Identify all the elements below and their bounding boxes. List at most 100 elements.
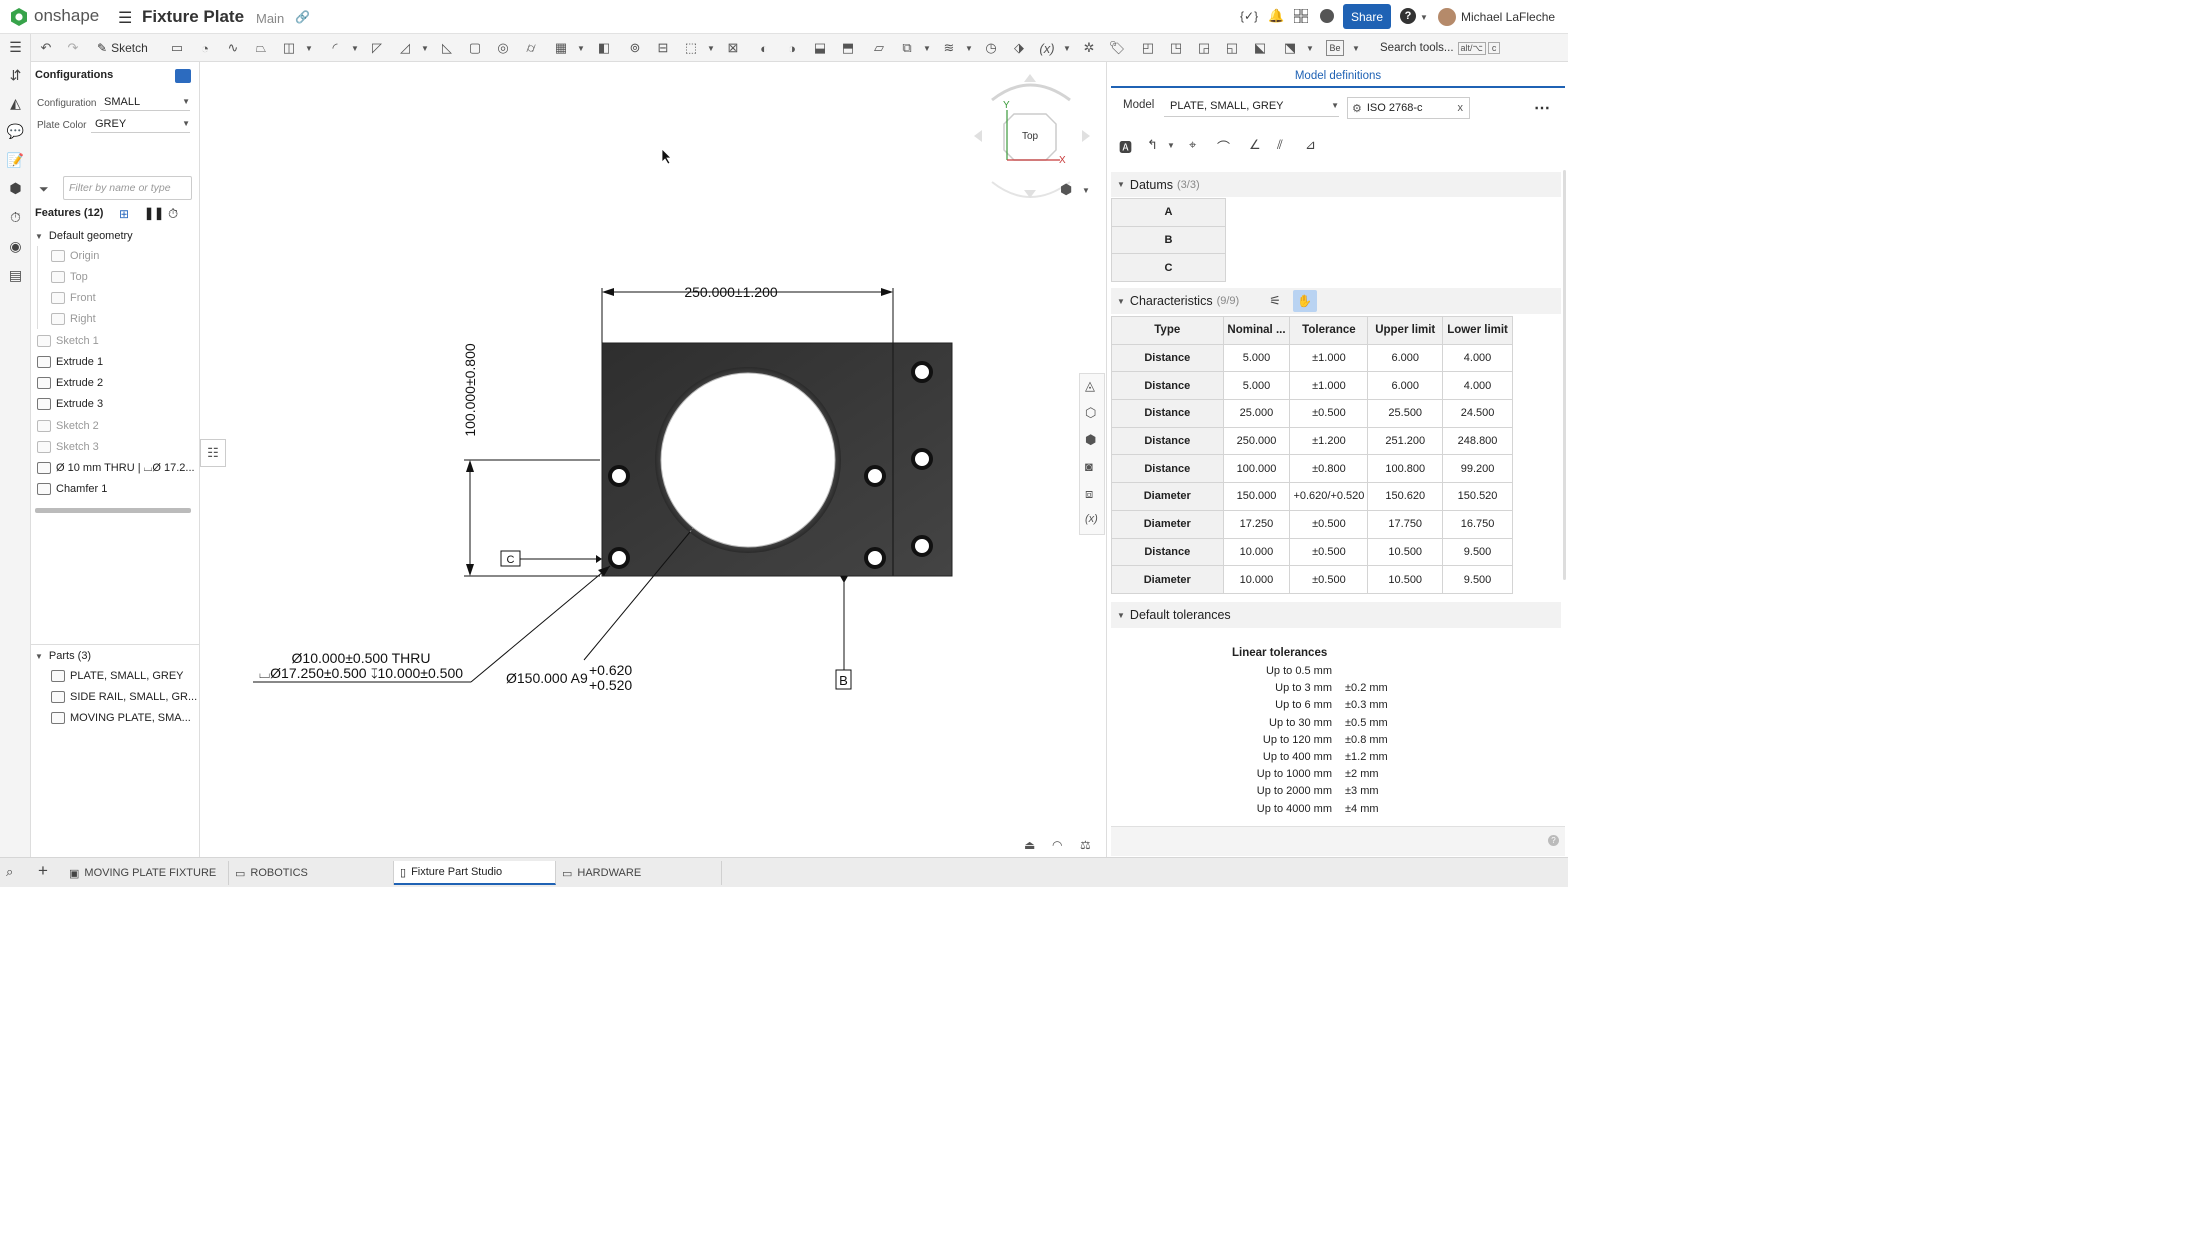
- hole-callout-line2[interactable]: ⌴Ø17.250±0.500 ↧10.000±0.500: [259, 665, 463, 681]
- feature-item[interactable]: Chamfer 1: [37, 479, 107, 499]
- mass-props-icon[interactable]: ⚖: [1080, 838, 1091, 852]
- table-row[interactable]: Diameter 150.000 +0.620/+0.520 150.620 150.5…: [1111, 482, 1513, 511]
- feature-item[interactable]: Sketch 3: [37, 437, 99, 457]
- feature-item[interactable]: Extrude 2: [37, 373, 103, 393]
- apps-grid-icon[interactable]: [1293, 8, 1309, 24]
- table-row[interactable]: Diameter 10.000 ±0.500 10.500 9.500: [1111, 565, 1513, 594]
- timer-icon[interactable]: ⏱: [6, 208, 25, 227]
- code-icon[interactable]: {✓}: [1240, 9, 1258, 23]
- add-tab-icon[interactable]: +: [38, 861, 48, 881]
- bore-callout-lower[interactable]: +0.520: [589, 677, 632, 693]
- thicken-icon[interactable]: ◫: [280, 39, 298, 57]
- plate-color-select[interactable]: GREY ▼: [91, 115, 190, 133]
- default-tolerances-section-header[interactable]: ▼ Default tolerances: [1111, 602, 1561, 628]
- tab-robotics[interactable]: ▭ ROBOTICS: [229, 861, 394, 885]
- move-face-icon[interactable]: ⬓: [811, 39, 829, 57]
- onshape-logo-icon[interactable]: [9, 7, 29, 27]
- configuration-select[interactable]: SMALL ▼: [100, 93, 190, 111]
- column-header[interactable]: Lower limit: [1442, 316, 1513, 345]
- variables-icon[interactable]: ⇵: [6, 66, 25, 85]
- column-header[interactable]: Nominal ...: [1222, 316, 1291, 345]
- flange-icon[interactable]: ◲: [1195, 39, 1213, 57]
- branch-name[interactable]: Main: [256, 11, 284, 26]
- table-row[interactable]: Distance 100.000 ±0.800 100.800 99.200: [1111, 454, 1513, 484]
- document-title[interactable]: Fixture Plate: [142, 7, 244, 27]
- release-icon[interactable]: 📝: [6, 151, 25, 170]
- help-caret-icon[interactable]: ▼: [1420, 13, 1428, 22]
- datum-target-icon[interactable]: ⊿: [1305, 137, 1316, 153]
- graphics-viewport[interactable]: ☷ Y X Top ⬢ ▼ 250.000±1.200 100.000±0.80…: [200, 62, 1106, 857]
- text-annotation-icon[interactable]: 🅰: [1119, 137, 1132, 156]
- standard-chip[interactable]: ⚙ ISO 2768-c x: [1347, 97, 1470, 119]
- user-name[interactable]: Michael LaFleche: [1461, 10, 1555, 24]
- help-icon[interactable]: ?: [1548, 835, 1559, 846]
- parts-group[interactable]: ▼ Parts (3): [35, 647, 91, 665]
- search-tools-input[interactable]: Search tools... alt/⌥ c: [1374, 38, 1504, 58]
- appearance-icon[interactable]: ◭: [6, 94, 25, 113]
- hole-icon[interactable]: ◎: [494, 39, 512, 57]
- finish-icon[interactable]: ⬔: [1281, 39, 1299, 57]
- exploded-view-icon[interactable]: ⧈: [1085, 486, 1093, 502]
- parallel-icon[interactable]: ⫽: [1277, 137, 1283, 153]
- table-row[interactable]: Diameter 17.250 ±0.500 17.750 16.750: [1111, 509, 1513, 539]
- comments-icon[interactable]: 💬: [6, 122, 25, 141]
- thicken-caret-icon[interactable]: ▼: [300, 39, 318, 57]
- cylinder-icon[interactable]: ⌭: [522, 39, 540, 57]
- fillet-icon[interactable]: ◜: [326, 39, 344, 57]
- boolean-icon[interactable]: ⊚: [626, 39, 644, 57]
- brand-name[interactable]: onshape: [34, 6, 99, 26]
- table-row[interactable]: Distance 5.000 ±1.000 6.000 4.000: [1111, 343, 1513, 373]
- column-header[interactable]: Upper limit: [1367, 316, 1444, 345]
- table-row[interactable]: Distance 250.000 ±1.200 251.200 248.800: [1111, 426, 1513, 456]
- leader-icon[interactable]: ↰: [1147, 137, 1158, 153]
- finish-caret-icon[interactable]: ▼: [1301, 39, 1319, 57]
- hole-callout-line1[interactable]: Ø10.000±0.500 THRU: [292, 650, 431, 666]
- transform-icon[interactable]: ⬚: [682, 39, 700, 57]
- more-options-icon[interactable]: ⋯: [1534, 98, 1551, 118]
- bell-icon[interactable]: 🔔: [1268, 8, 1284, 24]
- frame-icon[interactable]: ◳: [1167, 39, 1185, 57]
- feature-item[interactable]: Front: [51, 288, 96, 308]
- helix-icon[interactable]: ◷: [982, 39, 1000, 57]
- filter-icon[interactable]: ⏷: [39, 182, 49, 197]
- help-icon[interactable]: ?: [1400, 8, 1416, 24]
- draft-icon[interactable]: ◿: [396, 39, 414, 57]
- angle-icon[interactable]: ∠: [1249, 137, 1261, 153]
- modify-fillet-icon[interactable]: ◐: [755, 39, 773, 57]
- table-row[interactable]: Distance 5.000 ±1.000 6.000 4.000: [1111, 371, 1513, 401]
- model-definitions-tab[interactable]: Model definitions: [1111, 66, 1565, 88]
- tag-icon[interactable]: 🏷: [1108, 39, 1126, 57]
- feature-item[interactable]: Extrude 1: [37, 352, 103, 372]
- height-dimension-label[interactable]: 100.000±0.800: [462, 343, 478, 437]
- curve-icon[interactable]: ≋: [940, 39, 958, 57]
- delete-face-icon[interactable]: ◑: [783, 39, 801, 57]
- draft-caret-icon[interactable]: ▼: [416, 39, 434, 57]
- surface-finish-icon[interactable]: ⌒: [1217, 137, 1230, 156]
- bore-callout-upper[interactable]: +0.620: [589, 662, 632, 678]
- mate-connector-icon[interactable]: ⧉: [898, 39, 916, 57]
- scrollbar[interactable]: [35, 508, 191, 513]
- hamburger-menu-icon[interactable]: ☰: [118, 8, 132, 28]
- auto-characteristic-icon[interactable]: ✋: [1292, 290, 1317, 312]
- split-icon[interactable]: ⊟: [654, 39, 672, 57]
- bore-hole[interactable]: [660, 372, 836, 548]
- scrollbar[interactable]: [1563, 170, 1566, 580]
- feature-list-icon[interactable]: ☰: [6, 38, 25, 57]
- model-select[interactable]: PLATE, SMALL, GREY ▼: [1164, 95, 1339, 117]
- revolve-icon[interactable]: ◔: [196, 39, 214, 57]
- variable-icon[interactable]: (x): [1038, 39, 1056, 57]
- variables-panel-icon[interactable]: (x): [1085, 513, 1098, 525]
- rollback-timer-icon[interactable]: ⏱: [168, 206, 178, 222]
- configuration-table-icon[interactable]: [175, 69, 191, 83]
- shell-icon[interactable]: ▢: [466, 39, 484, 57]
- model-definition-icon[interactable]: ▤: [6, 266, 25, 285]
- default-geometry-group[interactable]: ▼ Default geometry: [35, 227, 133, 245]
- assembly-icon[interactable]: ✲: [1080, 39, 1098, 57]
- feature-item[interactable]: Sketch 1: [37, 331, 99, 351]
- part-drawing[interactable]: 250.000±1.200 100.000±0.800 C B Ø10.000±…: [200, 62, 1106, 857]
- plane-icon[interactable]: ▱: [870, 39, 888, 57]
- part-item[interactable]: PLATE, SMALL, GREY: [51, 666, 184, 686]
- sketch-button[interactable]: ✎ Sketch: [97, 39, 148, 57]
- avatar[interactable]: [1438, 8, 1456, 26]
- variable-caret-icon[interactable]: ▼: [1058, 39, 1076, 57]
